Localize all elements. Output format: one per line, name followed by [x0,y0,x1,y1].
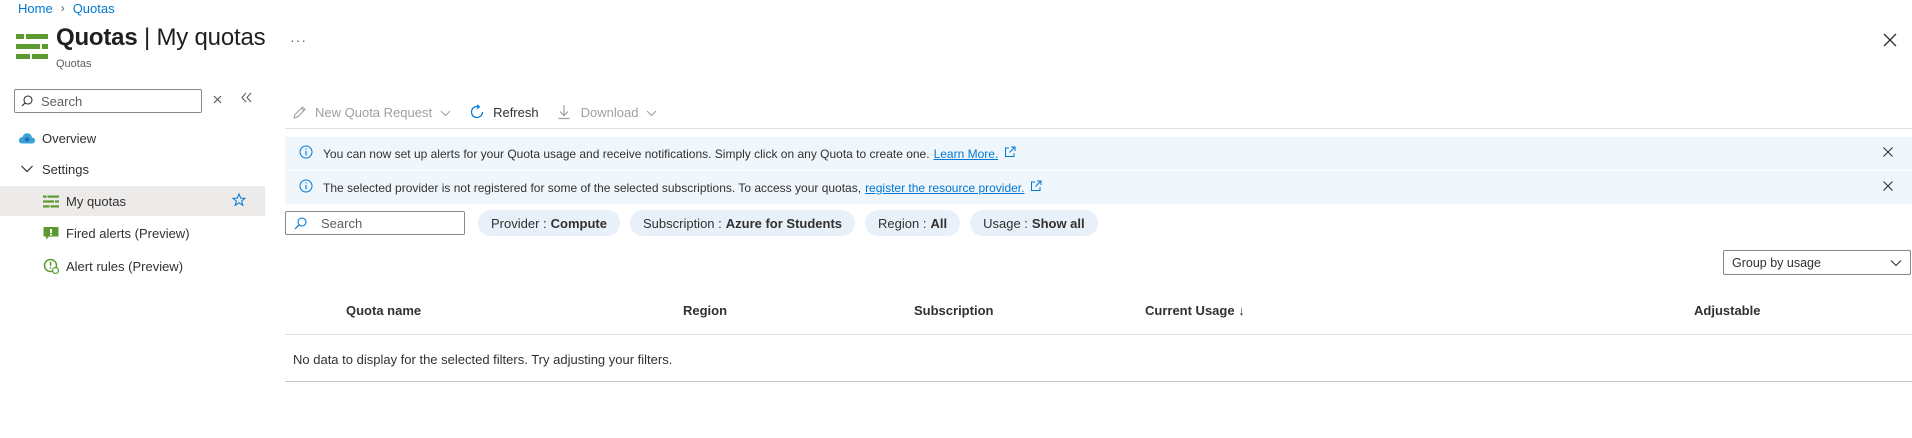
nav-search-box[interactable] [14,89,202,113]
close-icon[interactable] [1882,180,1894,195]
pill-value: Azure for Students [725,215,843,231]
nav-item-label: My quotas [66,193,126,209]
external-link-icon [1004,146,1016,161]
download-button[interactable]: Download [557,104,658,120]
filter-pill-provider[interactable]: Provider : Compute [478,210,620,236]
pill-value: Show all [1031,215,1085,231]
collapse-icon[interactable] [240,90,253,107]
page-title: Quotas | My quotas [56,24,266,52]
nav-item-fired-alerts[interactable]: Fired alerts (Preview) [0,218,265,248]
banner-text: You can now set up alerts for your Quota… [323,146,930,161]
refresh-label: Refresh [493,104,539,120]
star-icon[interactable] [231,192,247,210]
column-header-quota-name[interactable]: Quota name [346,303,421,318]
chevron-down-icon [646,105,657,120]
nav-item-alert-rules[interactable]: Alert rules (Preview) [0,251,265,281]
filter-pill-subscription[interactable]: Subscription : Azure for Students [629,210,856,236]
breadcrumb-quotas[interactable]: Quotas [73,1,115,16]
new-quota-request-button[interactable]: New Quota Request [292,105,451,120]
pill-key: Subscription : [642,215,722,231]
nav-item-label: Settings [42,161,89,177]
nav-item-overview[interactable]: Overview [0,123,265,153]
new-quota-request-label: New Quota Request [315,104,433,120]
warning-banner-provider: The selected provider is not registered … [285,171,1912,204]
nav-item-label: Overview [42,130,97,146]
column-header-adjustable[interactable]: Adjustable [1694,303,1760,318]
group-by-dropdown[interactable]: Group by usage [1723,250,1911,275]
column-header-current-usage[interactable]: Current Usage ↓ [1145,303,1245,318]
breadcrumb-home[interactable]: Home [18,1,53,16]
pill-key: Usage : [983,215,1028,231]
filter-pill-region[interactable]: Region : All [865,210,961,236]
chevron-down-icon [18,160,36,178]
toolbar-divider [285,128,1912,129]
filter-pills: Provider : Compute Subscription : Azure fo… [478,210,1108,236]
pill-value: Compute [550,215,607,231]
close-icon[interactable] [1882,32,1898,48]
page-title-separator: | [137,24,157,51]
column-header-region[interactable]: Region [683,303,727,318]
page-title-main: Quotas [56,24,138,51]
info-icon [299,145,313,162]
search-icon [21,95,33,107]
column-header-subscription[interactable]: Subscription [914,303,993,318]
nav-item-settings[interactable]: Settings [0,154,265,184]
quota-search-box[interactable] [285,211,465,235]
table-bottom-divider [285,381,1912,382]
empty-state-message: No data to display for the selected filt… [293,352,673,367]
external-link-icon [1030,180,1042,195]
refresh-button[interactable]: Refresh [469,104,539,120]
list-icon [42,192,60,210]
info-icon [299,179,313,196]
search-icon [294,216,307,229]
refresh-icon [470,104,484,119]
quotas-icon [16,34,48,59]
learn-more-link[interactable]: Learn More. [934,147,999,161]
close-icon[interactable] [1882,146,1894,161]
register-provider-link[interactable]: register the resource provider. [865,181,1024,195]
download-icon [558,105,570,120]
group-by-value: Group by usage [1732,255,1821,270]
cloud-icon [18,129,36,147]
info-banner-alerts: You can now set up alerts for your Quota… [285,137,1912,170]
page-subtitle: Quotas [56,58,92,70]
pill-value: All [930,215,948,231]
alert-rule-icon [42,257,60,275]
quota-search-input[interactable] [319,214,459,232]
breadcrumb-separator: › [60,1,65,15]
nav-item-label: Alert rules (Preview) [66,258,184,274]
nav-search-input[interactable] [39,92,189,110]
clear-icon[interactable] [212,92,223,109]
more-options-button[interactable]: ··· [290,32,307,48]
banner-text: The selected provider is not registered … [323,180,862,195]
download-label: Download [580,104,639,120]
breadcrumb: Home › Quotas [18,0,115,16]
table-header-divider [285,334,1912,335]
pill-key: Provider : [491,215,547,231]
nav-item-label: Fired alerts (Preview) [66,225,190,241]
filter-pill-usage[interactable]: Usage : Show all [970,210,1098,236]
pencil-icon [293,105,306,119]
pill-key: Region : [878,215,927,231]
chevron-down-icon [440,105,451,120]
nav-item-my-quotas[interactable]: My quotas [0,186,265,216]
alert-icon [42,224,60,242]
page-title-sub: My quotas [156,24,266,51]
chevron-down-icon [1890,256,1902,270]
command-bar: New Quota Request Refresh Download [292,100,675,124]
